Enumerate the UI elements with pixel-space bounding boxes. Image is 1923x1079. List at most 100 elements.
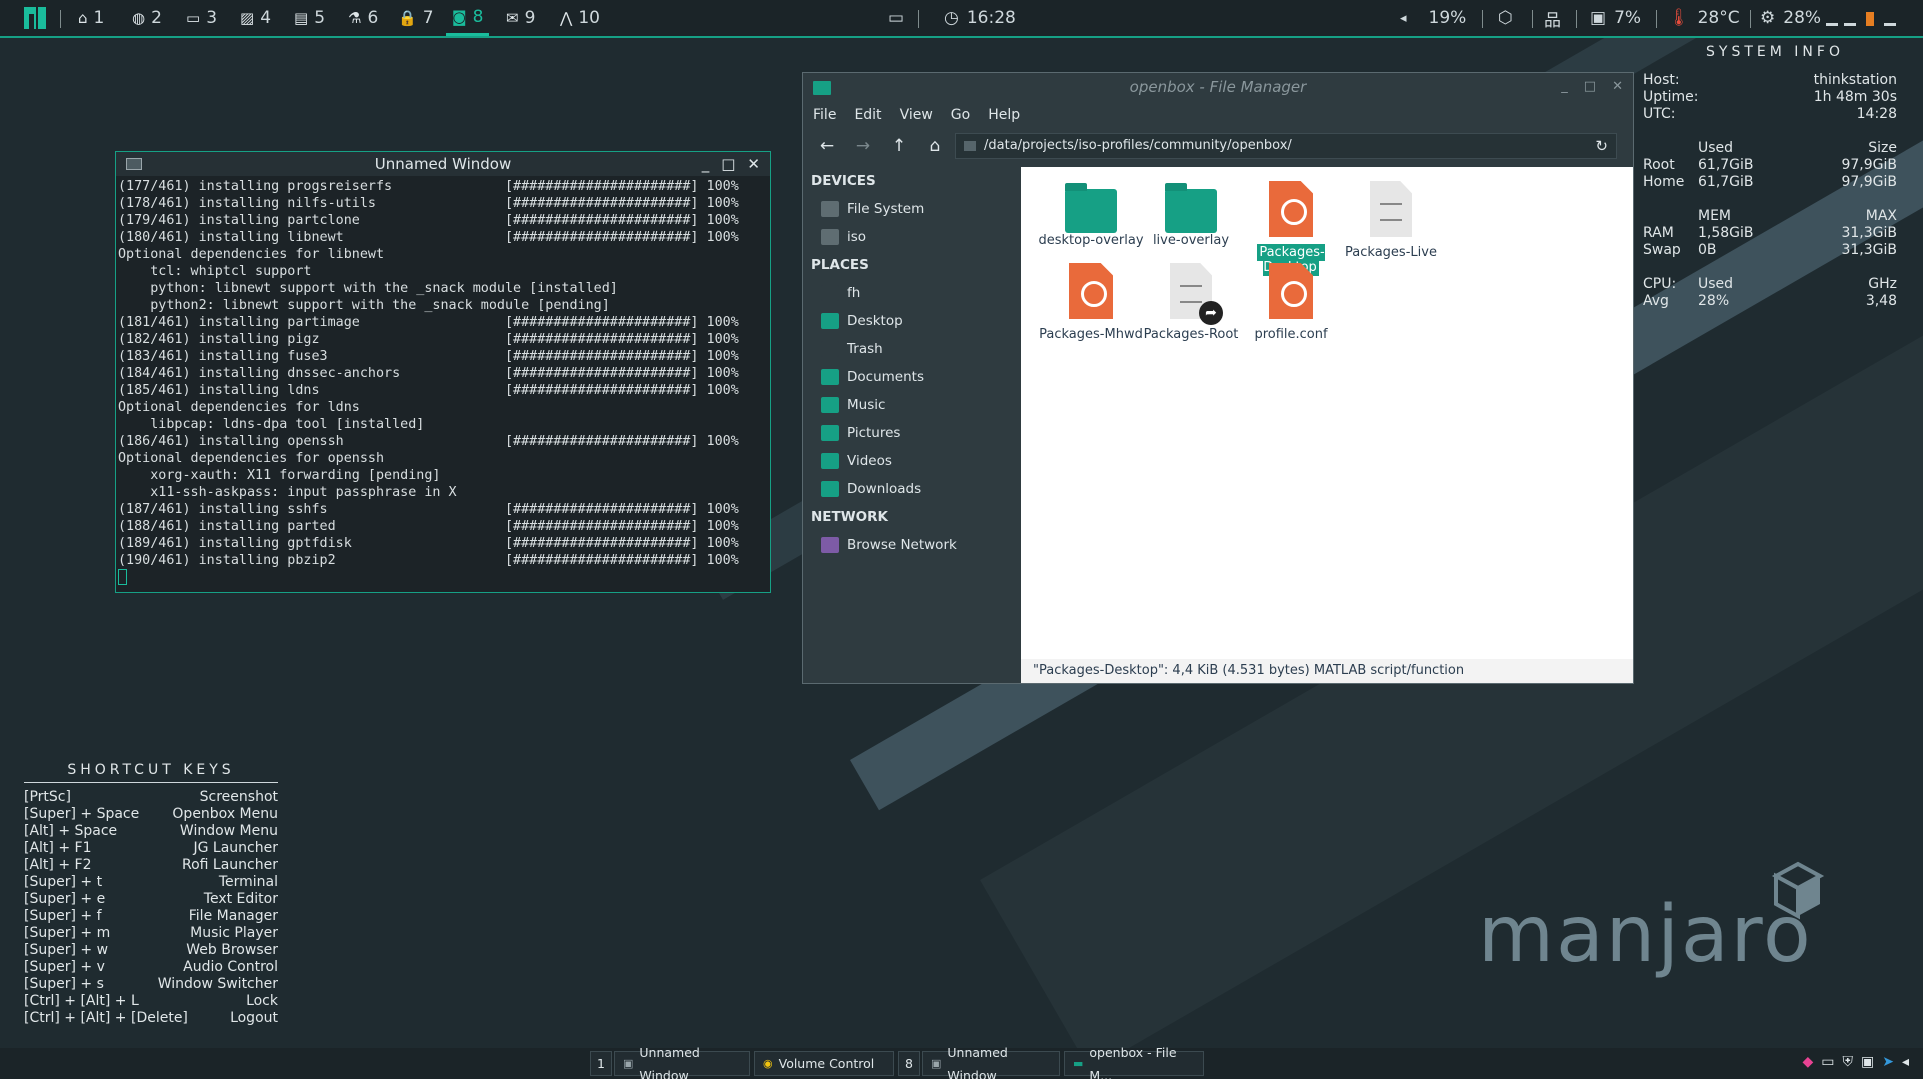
workspace-7[interactable]: 🔒 7 [392, 0, 440, 36]
sidebar-item-browse-network[interactable]: Browse Network [803, 531, 1021, 559]
file-name: profile.conf [1254, 327, 1328, 342]
sidebar-item-fh[interactable]: fh [803, 279, 1021, 307]
temperature-indicator[interactable]: 🌡 28°C [1668, 0, 1740, 36]
clock[interactable]: ◷ 16:28 [944, 0, 1016, 36]
up-arrow-icon[interactable]: ↑ [881, 136, 917, 156]
home-icon[interactable]: ⌂ [917, 136, 953, 156]
shortcut-key: [Alt] + F2 [24, 857, 92, 873]
home-size: 97,9GiB [1841, 174, 1897, 190]
terminal-window[interactable]: Unnamed Window _ □ ✕ (177/461) installin… [115, 151, 771, 593]
package-file-icon [1269, 181, 1313, 237]
close-icon[interactable]: ✕ [747, 152, 760, 176]
separator [918, 10, 919, 28]
workspace-5[interactable]: ▤ 5 [288, 0, 331, 36]
clipboard-icon[interactable]: ▣ [1861, 1054, 1874, 1070]
maximize-icon[interactable]: □ [721, 152, 735, 176]
minimize-icon[interactable]: _ [1561, 73, 1568, 101]
forward-arrow-icon[interactable]: → [845, 136, 881, 156]
menu-go[interactable]: Go [951, 107, 970, 123]
terminal-line: python: libnewt support with the _snack … [118, 281, 618, 296]
sidebar-item-trash[interactable]: Trash [803, 335, 1021, 363]
shortcut-key: [Super] + v [24, 959, 105, 975]
workspace-number: 4 [260, 8, 272, 28]
volume-indicator[interactable]: ◂ 19% [1400, 0, 1466, 36]
close-icon[interactable]: ✕ [1612, 73, 1623, 101]
host-label: Host: [1643, 72, 1680, 88]
shortcut-row: [Ctrl] + [Alt] + [Delete] Logout [24, 1010, 278, 1027]
workspace-9[interactable]: ✉ 9 [500, 0, 541, 36]
manjaro-logo-icon[interactable] [24, 7, 46, 29]
cpu-indicator[interactable]: ▣ 7% [1590, 0, 1641, 36]
workspace-1[interactable]: ⌂ 1 [72, 0, 110, 36]
shortcut-key: [Super] + s [24, 976, 104, 992]
workspace-2[interactable]: ◍ 2 [126, 0, 168, 36]
maximize-icon[interactable]: □ [1584, 73, 1596, 101]
menu-view[interactable]: View [900, 107, 933, 123]
sidebar-item-downloads[interactable]: Downloads [803, 475, 1021, 503]
shortcut-row: [Super] + s Window Switcher [24, 976, 278, 993]
task-label: Unnamed Window [947, 1044, 1008, 1079]
menu-help[interactable]: Help [988, 107, 1020, 123]
speaker-icon[interactable]: ◂ [1902, 1054, 1909, 1070]
task-button[interactable]: ▬ openbox - File M... [1064, 1045, 1204, 1079]
workspace-4[interactable]: ▨ 4 [234, 0, 277, 36]
reload-icon[interactable]: ↻ [1595, 134, 1608, 158]
task-workspace-number[interactable]: 1 [590, 1051, 612, 1076]
camera-icon: ◙ [452, 7, 467, 26]
terminal-titlebar[interactable]: Unnamed Window _ □ ✕ [116, 152, 770, 176]
minimize-icon[interactable]: _ [702, 152, 710, 176]
shortcut-row: [Alt] + F2 Rofi Launcher [24, 857, 278, 874]
file-manager-window[interactable]: openbox - File Manager _ □ ✕ File Edit Vie… [802, 72, 1634, 684]
sidebar-item-desktop[interactable]: Desktop [803, 307, 1021, 335]
menu-file[interactable]: File [813, 107, 836, 123]
shortcut-row: [Super] + v Audio Control [24, 959, 278, 976]
workspace-10[interactable]: ⋀ 10 [554, 0, 606, 36]
workspace-number: 7 [422, 8, 434, 28]
workspace-pager[interactable] [1826, 10, 1910, 28]
shortcut-row: [PrtSc] Screenshot [24, 789, 278, 806]
file-view[interactable]: desktop-overlaylive-overlayPackages-Desk… [1021, 167, 1633, 659]
network-icon[interactable]: 品 [1544, 0, 1561, 36]
workspace-8[interactable]: ◙ 8 [446, 0, 490, 36]
terminal-output[interactable]: (177/461) installing progsreiserfs [####… [116, 176, 770, 588]
file-manager-titlebar[interactable]: openbox - File Manager _ □ ✕ [803, 73, 1633, 101]
task-button[interactable]: ▣ Unnamed Window [922, 1045, 1060, 1079]
screen-icon[interactable]: ▭ [1821, 1054, 1834, 1070]
location-bar[interactable]: /data/projects/iso-profiles/community/op… [955, 133, 1617, 159]
sidebar-item-pictures[interactable]: Pictures [803, 419, 1021, 447]
window-list-icon[interactable]: ▭ [888, 0, 904, 36]
package-icon[interactable]: ⬡ [1498, 0, 1513, 36]
workspace-6[interactable]: ⚗ 6 [342, 0, 384, 36]
terminal-line: Optional dependencies for ldns [118, 400, 360, 415]
lock-icon: 🔒 [398, 9, 417, 27]
terminal-line: python2: libnewt support with the _snack… [118, 298, 610, 313]
brightness-indicator[interactable]: ⚙ 28% [1760, 0, 1821, 36]
shortcut-row: [Super] + m Music Player [24, 925, 278, 942]
sidebar-item-videos[interactable]: Videos [803, 447, 1021, 475]
shortcut-row: [Alt] + Space Window Menu [24, 823, 278, 840]
file-item[interactable]: Packages-Live [1331, 181, 1451, 260]
folder-icon [964, 141, 976, 151]
back-arrow-icon[interactable]: ← [809, 136, 845, 156]
file-item[interactable]: profile.conf [1231, 263, 1351, 342]
workspace-3[interactable]: ▭ 3 [180, 0, 223, 36]
shortcut-key: [Alt] + Space [24, 823, 118, 839]
task-button[interactable]: ▣ Unnamed Window [614, 1045, 750, 1079]
taskbar: 1 ▣ Unnamed Window ◉ Volume Control 8 ▣ Unnamed… [0, 1045, 1923, 1079]
task-workspace-number[interactable]: 8 [898, 1051, 920, 1076]
sidebar-item-file-system[interactable]: File System [803, 195, 1021, 223]
sidebar-item-documents[interactable]: Documents [803, 363, 1021, 391]
shortcut-action: Rofi Launcher [182, 857, 278, 873]
menu-edit[interactable]: Edit [854, 107, 881, 123]
sidebar-item-iso[interactable]: iso [803, 223, 1021, 251]
terminal-line: (179/461) installing partclone [########… [118, 213, 739, 228]
task-button[interactable]: ◉ Volume Control [754, 1051, 894, 1076]
telegram-icon[interactable]: ➤ [1882, 1054, 1894, 1070]
app-icon[interactable]: ◆ [1802, 1054, 1813, 1070]
terminal-line: Optional dependencies for libnewt [118, 247, 385, 262]
sidebar-item-music[interactable]: Music [803, 391, 1021, 419]
shield-icon[interactable]: ⛨ [1843, 1054, 1854, 1070]
workspace-number: 8 [472, 6, 484, 27]
package-file-icon [1069, 263, 1113, 319]
folder-icon [1165, 183, 1217, 233]
